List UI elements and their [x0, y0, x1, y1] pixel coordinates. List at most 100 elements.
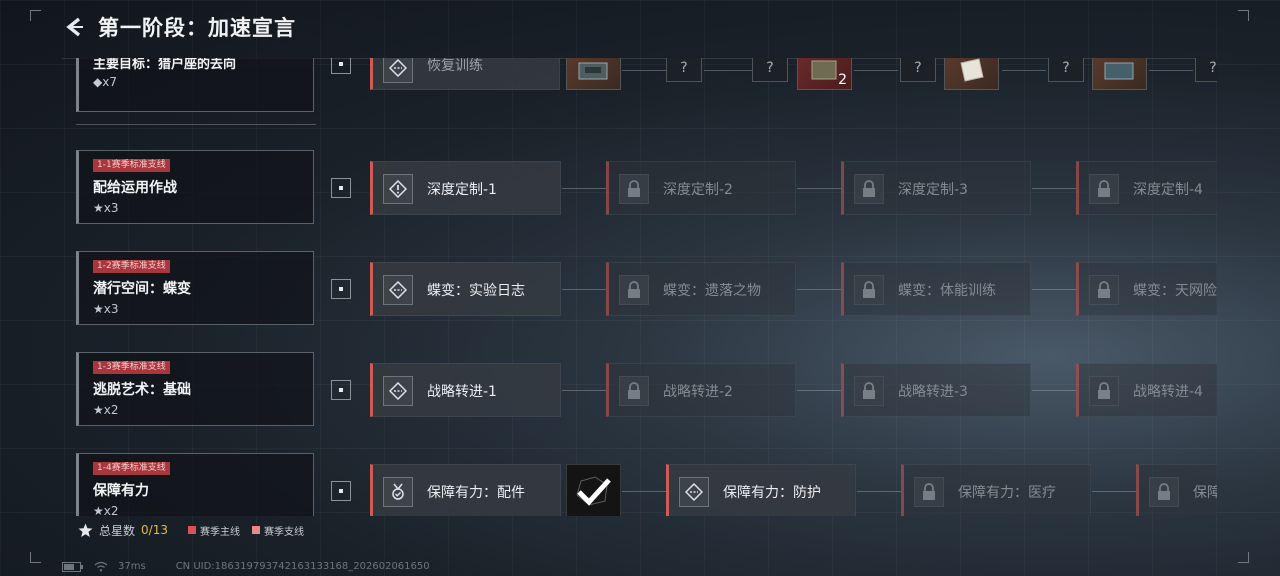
toggle-dot — [339, 287, 343, 291]
reward-item-gear[interactable] — [1092, 58, 1147, 90]
task-node[interactable]: 保障有力：防护 — [666, 464, 856, 516]
connector-line — [562, 289, 606, 290]
dash-diamond-icon — [679, 477, 709, 507]
branch-name: 保障有力 — [93, 483, 149, 499]
connector-line — [622, 70, 666, 71]
lock-icon — [619, 275, 649, 305]
page-title: 第一阶段：加速宣言 — [98, 16, 296, 40]
branch-stars: ★x3 — [93, 302, 119, 316]
main-goal-card[interactable]: 主要目标：猎户座的去向 ◆x7 — [76, 58, 314, 112]
gear-case-icon — [1104, 62, 1134, 80]
branch-card[interactable]: 1-4赛季标准支线 保障有力 ★x2 — [76, 453, 314, 516]
reward-item-supply[interactable]: 2 — [797, 58, 852, 90]
side-line-label: 赛季支线 — [263, 526, 304, 538]
task-node[interactable]: 蝶变：实验日志 — [370, 262, 561, 316]
branch-name: 配给运用作战 — [93, 180, 177, 196]
task-label: 战略转进-3 — [898, 384, 968, 400]
row-divider — [76, 124, 316, 125]
connector-line — [797, 188, 841, 189]
task-label: 战略转进-1 — [427, 384, 497, 400]
branch-card[interactable]: 1-1赛季标准支线 配给运用作战 ★x3 — [76, 150, 314, 224]
branch-card[interactable]: 1-3赛季标准支线 逃脱艺术：基础 ★x2 — [76, 352, 314, 426]
task-node[interactable]: 蝶变：天网险 — [1076, 262, 1217, 316]
branch-toggle[interactable] — [331, 380, 351, 400]
corner-mark — [1238, 552, 1249, 563]
lock-icon — [619, 174, 649, 204]
corner-mark — [30, 552, 41, 563]
quest-tree-viewport[interactable]: 主要目标：猎户座的去向 ◆x7 恢复训练 ? ? 2 ? ? ? 1-1赛季标准… — [62, 58, 1217, 516]
task-node[interactable]: 保障有力：医疗 — [901, 464, 1091, 516]
lock-icon — [1089, 376, 1119, 406]
branch-tag: 1-3赛季标准支线 — [93, 361, 170, 374]
battery-icon — [62, 561, 83, 572]
locked-reward-slot[interactable]: ? — [900, 58, 936, 82]
main-line-swatch — [187, 526, 196, 534]
task-node[interactable]: 深度定制-2 — [606, 161, 796, 215]
total-stars-label: 总星数 — [99, 523, 136, 538]
task-node[interactable]: 保障 — [1136, 464, 1217, 516]
connector-line — [797, 289, 841, 290]
branch-toggle[interactable] — [331, 279, 351, 299]
main-goal-name: 主要目标：猎户座的去向 — [93, 58, 237, 72]
main-task-node[interactable]: 恢复训练 — [370, 58, 560, 90]
branch-stars: ★x2 — [93, 504, 119, 516]
locked-reward-slot[interactable]: ? — [1048, 58, 1084, 82]
total-stars-value: 0/13 — [141, 523, 168, 537]
lock-icon — [619, 376, 649, 406]
task-node[interactable]: 深度定制-1 — [370, 161, 561, 215]
locked-reward-slot[interactable]: ? — [752, 58, 788, 82]
branch-tag: 1-4赛季标准支线 — [93, 462, 170, 475]
lock-icon — [854, 174, 884, 204]
question-icon: ? — [766, 60, 774, 76]
lock-icon — [854, 376, 884, 406]
question-icon: ? — [1062, 60, 1070, 76]
user-uid: CN UID:186319793742163133168_20260206165… — [175, 561, 430, 572]
branch-toggle[interactable] — [331, 481, 351, 501]
task-node[interactable]: 战略转进-2 — [606, 363, 796, 417]
task-node[interactable]: 保障有力：配件 — [370, 464, 561, 516]
connector-line — [562, 390, 606, 391]
task-node[interactable]: 战略转进-4 — [1076, 363, 1217, 417]
ping-value: 37ms — [118, 561, 146, 572]
lock-icon — [854, 275, 884, 305]
task-node[interactable]: 蝶变：遗落之物 — [606, 262, 796, 316]
lock-icon — [914, 477, 944, 507]
alert-diamond-icon — [383, 174, 413, 204]
lock-icon — [1149, 477, 1179, 507]
task-node[interactable]: 蝶变：体能训练 — [841, 262, 1031, 316]
reward-item-weapon[interactable] — [566, 58, 621, 90]
connector-line — [854, 70, 898, 71]
reward-item-document[interactable] — [944, 58, 999, 90]
task-node[interactable]: 战略转进-3 — [841, 363, 1031, 417]
main-goal-toggle[interactable] — [331, 58, 351, 74]
branch-card[interactable]: 1-2赛季标准支线 潜行空间：蝶变 ★x3 — [76, 251, 314, 325]
branch-tag: 1-1赛季标准支线 — [93, 159, 170, 172]
weapon-case-icon — [578, 62, 608, 80]
task-node[interactable]: 战略转进-1 — [370, 363, 561, 417]
reward-count: 2 — [838, 72, 847, 88]
back-arrow-icon — [66, 17, 83, 37]
connector-line — [1149, 70, 1193, 71]
branch-stars: ★x3 — [93, 201, 119, 215]
task-label: 保障有力：防护 — [723, 485, 821, 501]
header-bar: 第一阶段：加速宣言 — [0, 0, 1280, 56]
branch-tag: 1-2赛季标准支线 — [93, 260, 170, 273]
side-line-swatch — [251, 526, 260, 534]
task-node[interactable]: 深度定制-3 — [841, 161, 1031, 215]
main-goal-stars: ◆x7 — [93, 75, 117, 89]
branch-toggle[interactable] — [331, 178, 351, 198]
lock-icon — [1089, 174, 1119, 204]
completed-reward[interactable] — [566, 464, 621, 516]
connector-line — [857, 491, 901, 492]
toggle-dot — [339, 186, 343, 190]
back-button[interactable] — [60, 12, 90, 42]
task-label: 蝶变：遗落之物 — [663, 283, 761, 299]
connector-line — [562, 188, 606, 189]
locked-reward-slot[interactable]: ? — [666, 58, 702, 82]
task-node[interactable]: 深度定制-4 — [1076, 161, 1217, 215]
task-label: 战略转进-4 — [1133, 384, 1203, 400]
connector-line — [797, 390, 841, 391]
connector-line — [1002, 70, 1046, 71]
task-label: 蝶变：实验日志 — [427, 283, 525, 299]
locked-reward-slot[interactable]: ? — [1195, 58, 1217, 82]
